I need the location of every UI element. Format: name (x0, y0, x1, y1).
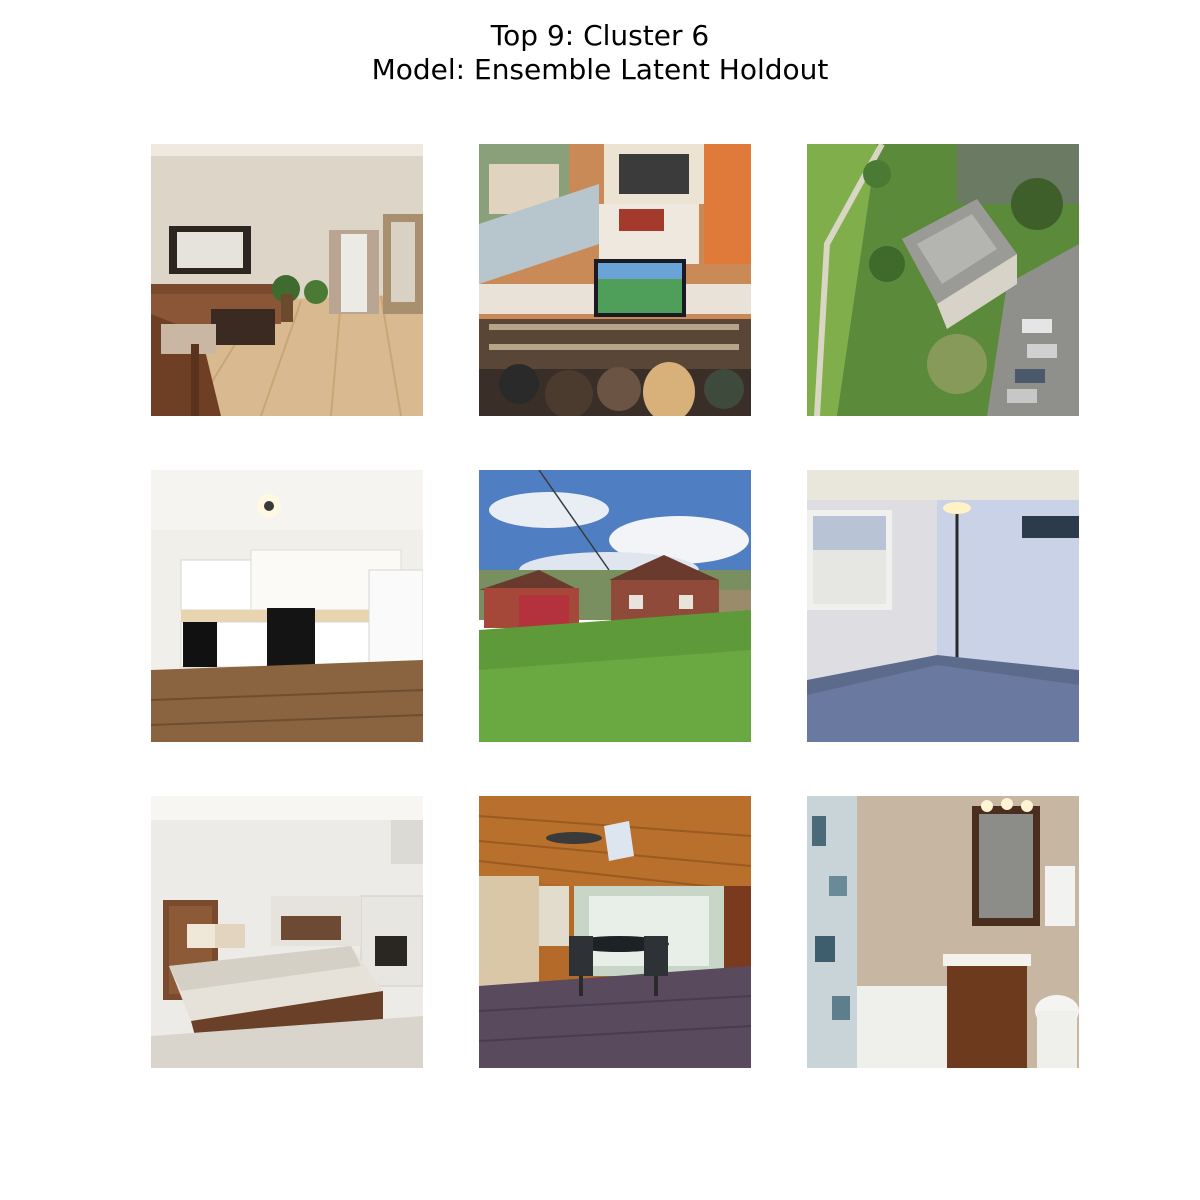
image-covered-porch (479, 796, 751, 1068)
image-aerial-building (807, 144, 1079, 416)
image-bathroom (807, 796, 1079, 1068)
title-line-2: Model: Ensemble Latent Holdout (371, 53, 829, 86)
title-line-1: Top 9: Cluster 6 (490, 19, 710, 52)
image-kitchen (151, 470, 423, 742)
image-bar-mural (479, 144, 751, 416)
image-empty-bedroom (807, 470, 1079, 742)
image-bedroom-fireplace (151, 796, 423, 1068)
image-living-room (151, 144, 423, 416)
image-backyard (479, 470, 751, 742)
